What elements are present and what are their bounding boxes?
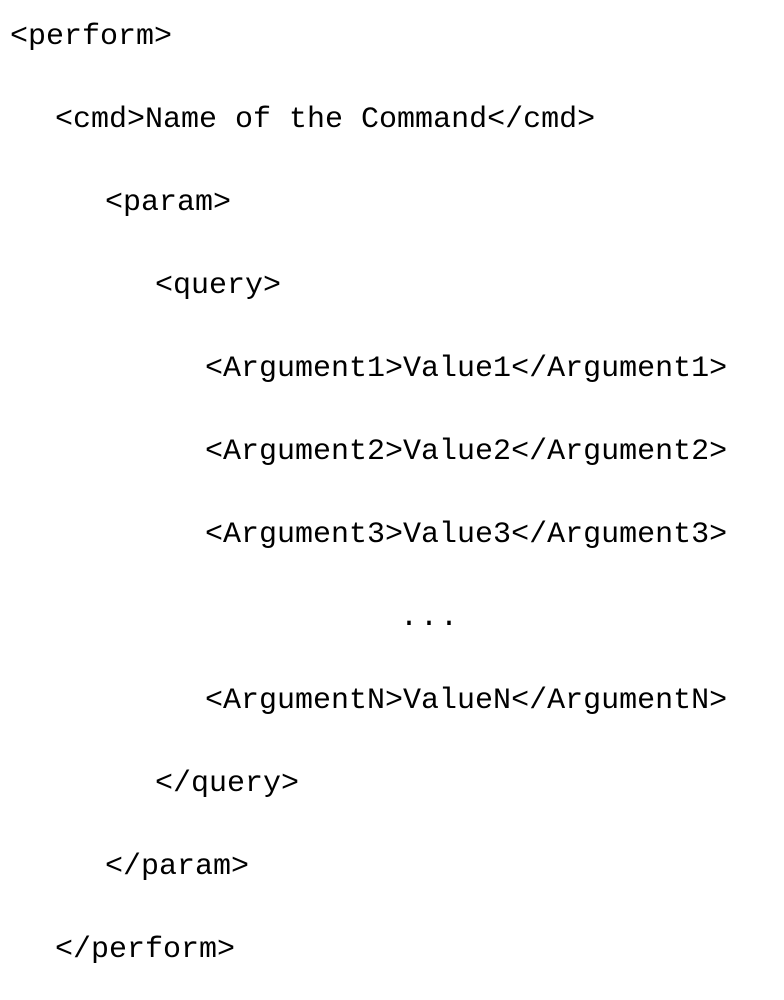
tag-text: <perform>	[10, 20, 172, 54]
cmd-line: <cmd>Name of the Command</cmd>	[10, 101, 784, 140]
ellipsis-line: ...	[10, 599, 784, 638]
param-open-tag: <param>	[10, 184, 784, 223]
arg-close: </ArgumentN>	[511, 684, 727, 718]
argument-line-3: <Argument3>Value3</Argument3>	[10, 516, 784, 555]
arg-open: <Argument2>	[205, 435, 403, 469]
tag-text: </param>	[105, 850, 249, 884]
arg-open: <Argument1>	[205, 352, 403, 386]
perform-open-tag: <perform>	[10, 18, 784, 57]
tag-text: </perform>	[55, 933, 235, 967]
cmd-text: Name of the Command	[145, 103, 487, 137]
arg-open: <Argument3>	[205, 518, 403, 552]
cmd-open-tag: <cmd>	[55, 103, 145, 137]
arg-value: Value3	[403, 518, 511, 552]
arg-close: </Argument1>	[511, 352, 727, 386]
argument-line-2: <Argument2>Value2</Argument2>	[10, 433, 784, 472]
cmd-close-tag: </cmd>	[487, 103, 595, 137]
param-close-tag: </param>	[10, 848, 784, 887]
ellipsis: ...	[400, 601, 460, 635]
tag-text: <query>	[155, 269, 281, 303]
query-close-tag: </query>	[10, 765, 784, 804]
query-open-tag: <query>	[10, 267, 784, 306]
arg-value: Value2	[403, 435, 511, 469]
arg-open: <ArgumentN>	[205, 684, 403, 718]
argument-line-1: <Argument1>Value1</Argument1>	[10, 350, 784, 389]
argument-line-n: <ArgumentN>ValueN</ArgumentN>	[10, 682, 784, 721]
arg-value: Value1	[403, 352, 511, 386]
arg-value: ValueN	[403, 684, 511, 718]
arg-close: </Argument2>	[511, 435, 727, 469]
arg-close: </Argument3>	[511, 518, 727, 552]
tag-text: </query>	[155, 767, 299, 801]
xml-code-block: <perform> <cmd>Name of the Command</cmd>…	[0, 0, 784, 970]
tag-text: <param>	[105, 186, 231, 220]
perform-close-tag: </perform>	[10, 931, 784, 970]
